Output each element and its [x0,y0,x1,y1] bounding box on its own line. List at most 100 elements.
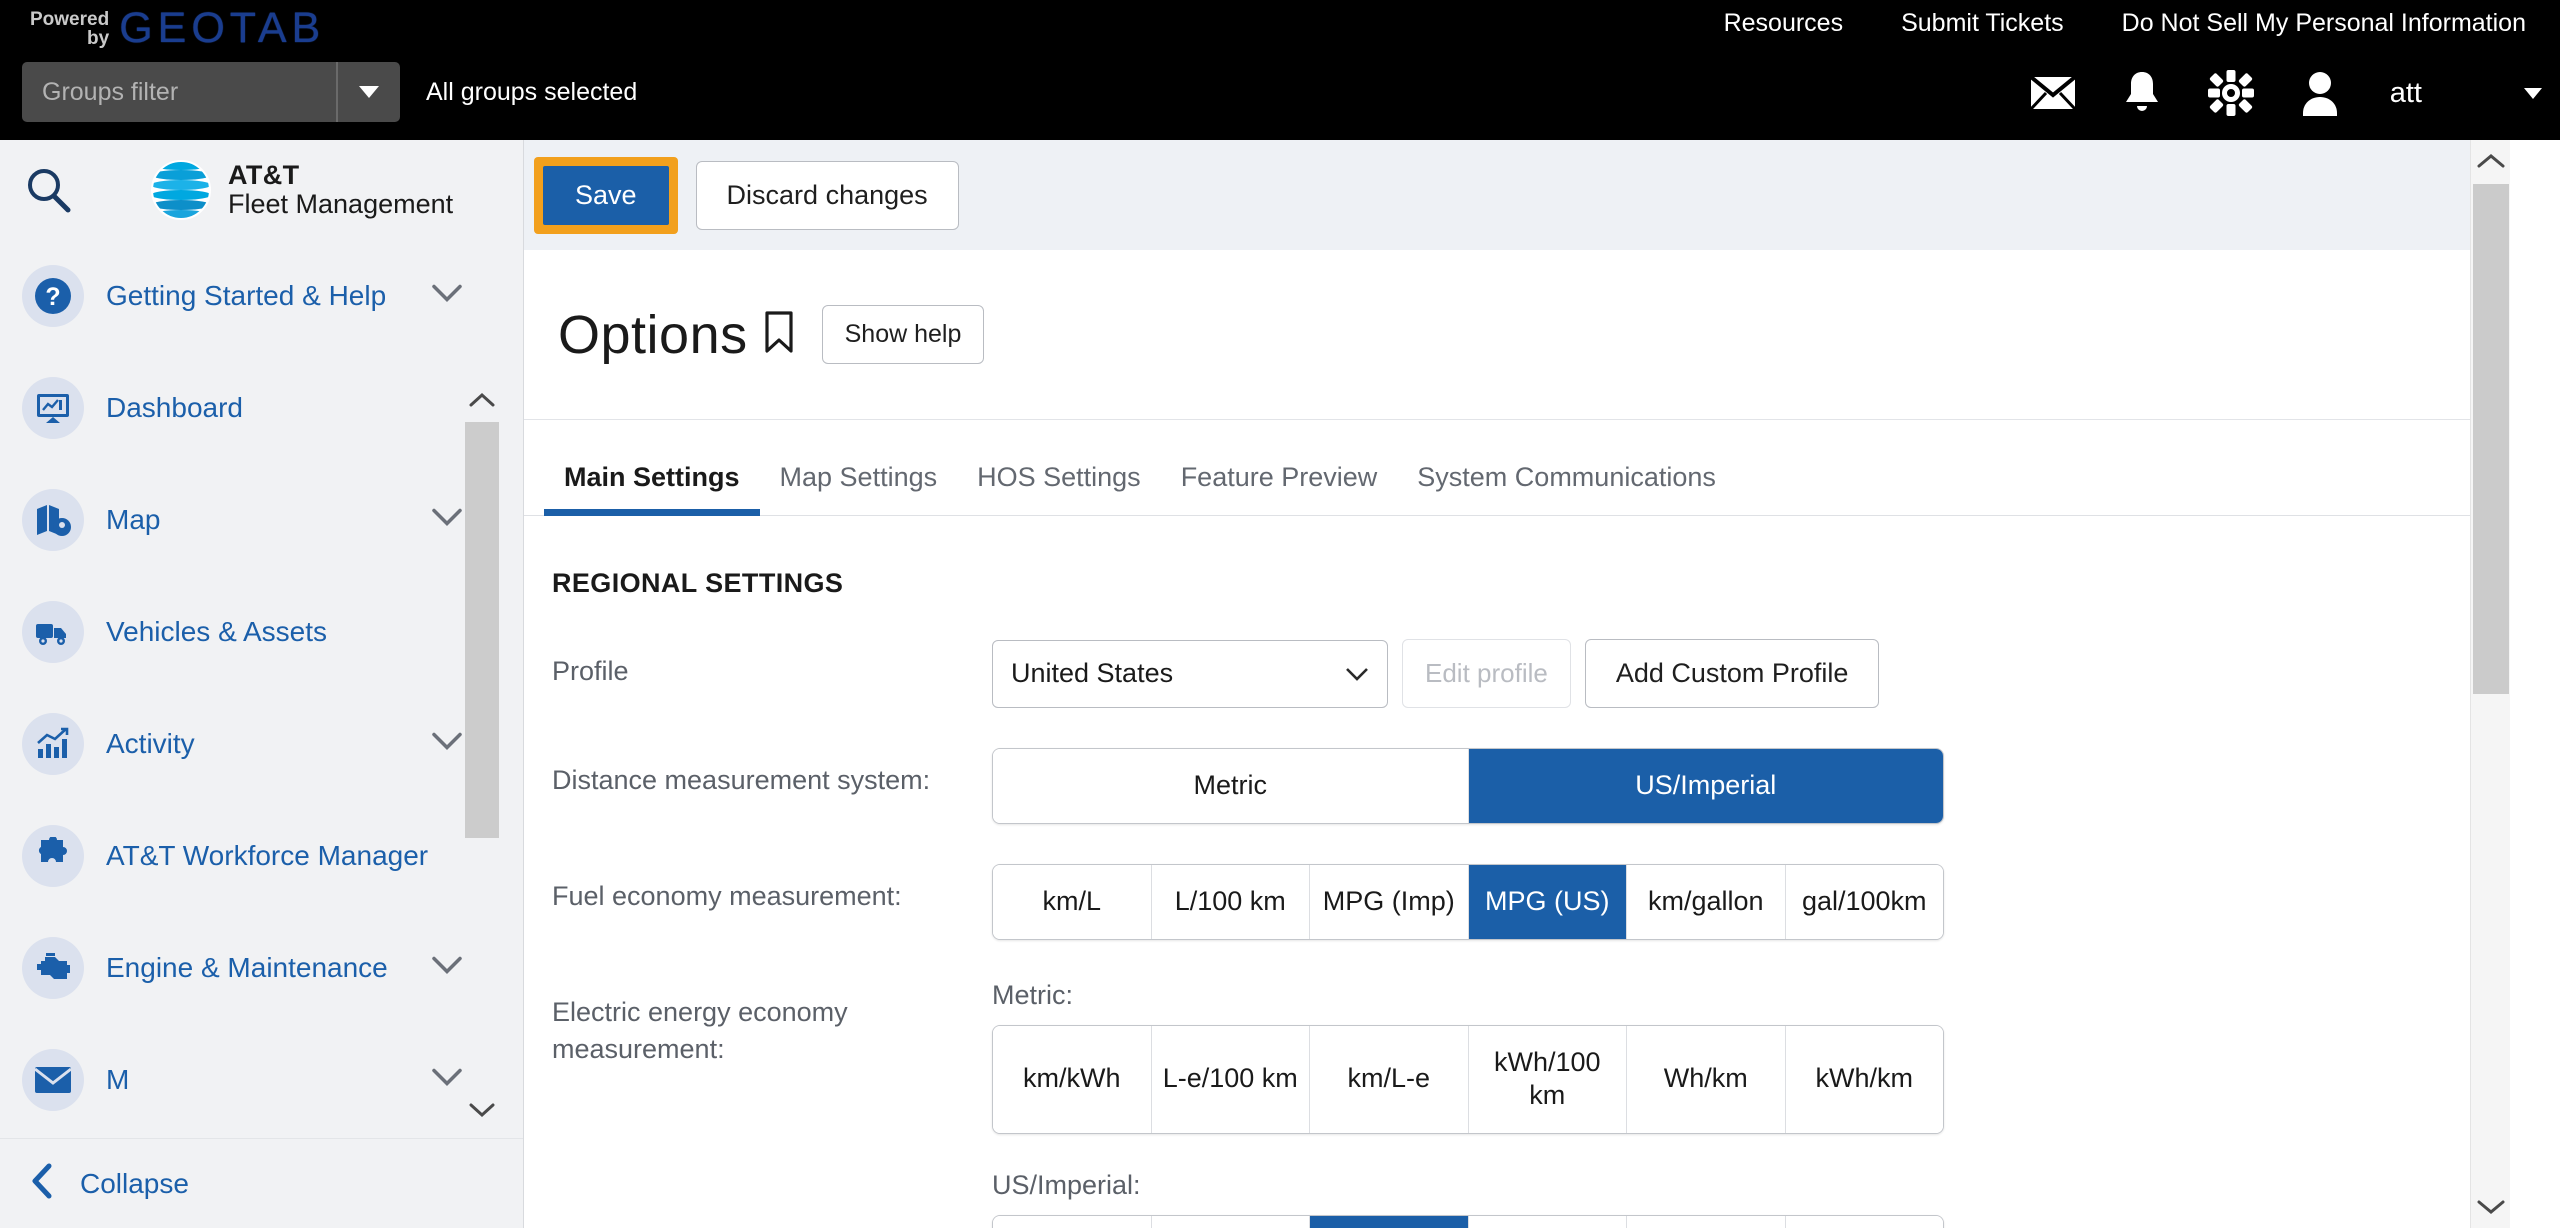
seg-option-us-imperial[interactable]: US/Imperial [1468,749,1943,823]
link-submit-tickets[interactable]: Submit Tickets [1901,9,2064,38]
settings-tabs: Main Settings Map Settings HOS Settings … [524,420,2510,516]
seg-option-kwh-per-km[interactable]: kWh/km [1785,1025,1943,1133]
section-title-regional-settings: REGIONAL SETTINGS [552,568,844,598]
sidebar-scrollbar[interactable] [464,382,500,1128]
electric-metric-segmented-control: km/kWh L-e/100 km km/L-e kWh/100 km Wh/k… [992,1024,1944,1134]
save-button[interactable]: Save [543,165,669,225]
seg-option-km-per-gallon[interactable]: km/gallon [1627,864,1786,939]
sidebar-item-label: M [106,1064,130,1095]
envelope-icon [22,1049,84,1111]
sidebar-item-label: Activity [106,728,195,759]
seg-option-mpge-imp[interactable]: MPG-e (Imp.) [1151,1216,1310,1228]
link-resources[interactable]: Resources [1724,9,1844,38]
chevron-down-icon[interactable] [432,284,462,308]
seg-option-gal-per-100km[interactable]: gal/100km [1785,864,1943,939]
chevron-down-icon[interactable] [432,732,462,756]
application-window: Powered by GEOTAB Resources Submit Ticke… [0,0,2560,1228]
tab-hos-settings[interactable]: HOS Settings [957,462,1161,515]
sidebar-item-label: AT&T Workforce Manager [106,840,429,871]
groups-filter-dropdown-button[interactable] [336,62,400,122]
sidebar-item-activity[interactable]: Activity [0,688,500,800]
distance-measurement-row: Distance measurement system: Metric US/I… [524,748,2510,824]
profile-row: Profile United States Edit profile Add C… [524,639,2510,708]
user-menu-chevron-down-icon[interactable] [2524,87,2542,99]
bell-icon[interactable] [2122,70,2162,116]
sidebar-item-getting-started[interactable]: ? Getting Started & Help [0,240,500,352]
seg-option-mi-per-kwh[interactable]: mi/kWh [993,1216,1152,1228]
att-globe-icon [151,160,211,220]
main-scrollbar[interactable] [2470,140,2510,1228]
sidebar-item-messages[interactable]: M [0,1024,500,1128]
search-icon[interactable] [22,164,74,216]
username-label[interactable]: att [2390,77,2422,110]
seg-option-km-per-kwh[interactable]: km/kWh [993,1025,1152,1133]
link-do-not-sell[interactable]: Do Not Sell My Personal Information [2122,9,2526,38]
show-help-button[interactable]: Show help [821,305,985,364]
main-scrollbar-thumb[interactable] [2473,184,2509,694]
sidebar-item-vehicles-assets[interactable]: Vehicles & Assets [0,576,500,688]
sidebar-item-dashboard[interactable]: Dashboard [0,352,500,464]
seg-option-kwh-per-100mi[interactable]: kWh/100 mi [1468,1216,1627,1228]
tab-main-settings[interactable]: Main Settings [544,462,760,516]
seg-option-mpg-imp[interactable]: MPG (Imp) [1310,864,1469,939]
fuel-economy-segmented-control: km/L L/100 km MPG (Imp) MPG (US) km/gall… [992,863,1944,940]
chevron-down-icon [359,86,379,98]
top-nav-links: Resources Submit Tickets Do Not Sell My … [1724,0,2526,46]
electric-energy-row: Electric energy economy measurement: Met… [524,980,2510,1228]
seg-option-km-per-l[interactable]: km/L [993,864,1152,939]
bookmark-icon[interactable] [764,311,794,358]
tab-system-communications[interactable]: System Communications [1397,462,1736,515]
chevron-down-icon[interactable] [432,1068,462,1092]
seg-option-mpge-us[interactable]: MPG-e (US) [1310,1216,1469,1228]
seg-option-metric[interactable]: Metric [993,749,1469,823]
scroll-up-arrow-icon[interactable] [2471,140,2510,182]
powered-line1: Powered [30,8,110,30]
scroll-up-arrow-icon[interactable] [464,382,500,418]
discard-changes-button[interactable]: Discard changes [695,160,959,230]
collapse-label: Collapse [80,1167,189,1199]
profile-label: Profile [552,656,629,686]
att-brand-text: AT&T Fleet Management [228,159,454,219]
main-content: Save Discard changes Options Show help M… [524,140,2510,1228]
sidebar-item-label: Getting Started & Help [106,280,387,311]
profile-select[interactable]: United States [992,639,1388,708]
seg-option-mpg-us[interactable]: MPG (US) [1468,864,1627,939]
sidebar-collapse-button[interactable]: Collapse [0,1138,523,1228]
seg-option-le-per-100km[interactable]: L-e/100 km [1151,1025,1310,1133]
seg-option-kwh-per-mi[interactable]: kWh/mi [1785,1216,1943,1228]
sidebar-scrollbar-thumb[interactable] [465,422,499,838]
geotab-wordmark: GEOTAB [119,4,326,52]
seg-option-wh-per-mi[interactable]: Wh/mi [1627,1216,1786,1228]
add-custom-profile-button[interactable]: Add Custom Profile [1584,639,1880,708]
tab-map-settings[interactable]: Map Settings [760,462,958,515]
mail-icon[interactable] [2029,76,2076,110]
chevron-down-icon[interactable] [432,508,462,532]
seg-option-wh-per-km[interactable]: Wh/km [1627,1025,1786,1133]
user-icon[interactable] [2300,70,2340,116]
tab-feature-preview[interactable]: Feature Preview [1161,462,1398,515]
chevron-down-icon[interactable] [432,956,462,980]
groups-filter-control[interactable]: Groups filter [22,62,400,122]
sidebar-item-map[interactable]: Map [0,464,500,576]
puzzle-piece-icon [22,825,84,887]
question-circle-icon: ? [22,265,84,327]
sidebar-item-workforce-manager[interactable]: AT&T Workforce Manager [0,800,500,912]
scroll-down-arrow-icon[interactable] [2471,1186,2510,1228]
att-brand-line2: Fleet Management [228,189,454,219]
seg-option-km-per-le[interactable]: km/L-e [1310,1025,1469,1133]
att-brand-line1: AT&T [228,159,300,190]
save-button-focus-ring: Save [534,156,678,234]
svg-text:?: ? [45,283,60,311]
sidebar-item-engine-maintenance[interactable]: Engine & Maintenance [0,912,500,1024]
electric-us-label: US/Imperial: [992,1170,1141,1200]
seg-option-l-per-100km[interactable]: L/100 km [1151,864,1310,939]
scroll-down-arrow-icon[interactable] [464,1092,500,1128]
chevron-left-icon [30,1163,54,1204]
sidebar-item-label: Dashboard [106,392,243,423]
electric-energy-label: Electric energy economy measurement: [552,996,848,1064]
page-title-block: Options Show help [524,250,2510,420]
gear-icon[interactable] [2207,70,2254,116]
seg-option-kwh-per-100km[interactable]: kWh/100 km [1468,1025,1627,1133]
groups-filter-placeholder[interactable]: Groups filter [22,62,336,122]
action-bar: Save Discard changes [524,140,2510,250]
